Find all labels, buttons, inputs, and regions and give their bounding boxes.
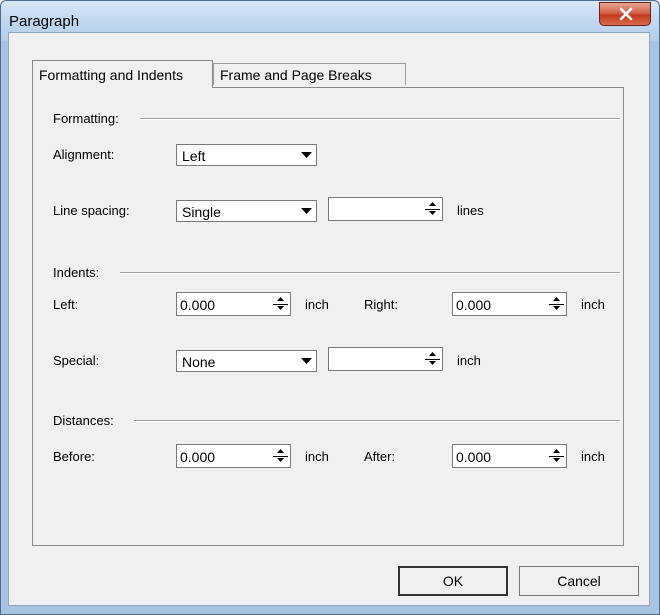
after-unit: inch xyxy=(581,449,605,464)
cancel-button[interactable]: Cancel xyxy=(519,566,639,596)
spin-down-icon[interactable] xyxy=(273,304,288,313)
spin-down-icon[interactable] xyxy=(425,359,440,368)
chevron-down-icon[interactable] xyxy=(297,146,315,164)
alignment-label: Alignment: xyxy=(53,147,115,162)
spin-down-icon[interactable] xyxy=(549,304,564,313)
indents-group-divider xyxy=(120,272,620,274)
before-value: 0.000 xyxy=(180,449,216,465)
after-spinner[interactable]: 0.000 xyxy=(452,444,567,468)
left-indent-spinner[interactable]: 0.000 xyxy=(176,292,291,316)
special-amount-spinner[interactable] xyxy=(328,347,443,371)
spin-down-icon[interactable] xyxy=(425,209,440,218)
alignment-value: Left xyxy=(182,148,206,164)
tab-frame-and-page-breaks[interactable]: Frame and Page Breaks xyxy=(213,63,406,85)
after-value: 0.000 xyxy=(456,449,492,465)
spinner-buttons xyxy=(549,295,564,313)
line-spacing-value: Single xyxy=(182,204,221,220)
chevron-down-icon[interactable] xyxy=(297,352,315,370)
chevron-down-icon[interactable] xyxy=(297,202,315,220)
special-select[interactable]: None xyxy=(176,350,317,372)
formatting-group-label: Formatting: xyxy=(53,111,119,126)
spinner-buttons xyxy=(425,350,440,368)
line-spacing-amount-spinner[interactable] xyxy=(328,197,443,221)
left-indent-label: Left: xyxy=(53,297,79,312)
before-label: Before: xyxy=(53,449,95,464)
spinner-buttons xyxy=(425,200,440,218)
tab-label: Frame and Page Breaks xyxy=(220,67,372,83)
left-indent-value: 0.000 xyxy=(180,297,216,313)
spin-down-icon[interactable] xyxy=(549,456,564,465)
spinner-buttons xyxy=(549,447,564,465)
tab-panel xyxy=(32,87,624,546)
distances-group-label: Distances: xyxy=(53,413,114,428)
tab-label: Formatting and Indents xyxy=(39,67,183,83)
left-indent-unit: inch xyxy=(305,297,329,312)
right-indent-unit: inch xyxy=(581,297,605,312)
before-unit: inch xyxy=(305,449,329,464)
spinner-buttons xyxy=(273,295,288,313)
right-indent-spinner[interactable]: 0.000 xyxy=(452,292,567,316)
before-spinner[interactable]: 0.000 xyxy=(176,444,291,468)
alignment-select[interactable]: Left xyxy=(176,144,317,166)
special-value: None xyxy=(182,354,216,370)
window-title: Paragraph xyxy=(9,13,80,30)
close-icon xyxy=(619,7,633,21)
ok-button[interactable]: OK xyxy=(398,566,508,596)
right-indent-value: 0.000 xyxy=(456,297,492,313)
spin-down-icon[interactable] xyxy=(273,456,288,465)
indents-group-label: Indents: xyxy=(53,265,100,280)
close-button[interactable] xyxy=(599,2,651,26)
distances-group-divider xyxy=(134,420,620,422)
special-label: Special: xyxy=(53,353,100,368)
tab-formatting-and-indents[interactable]: Formatting and Indents xyxy=(32,60,213,88)
line-spacing-select[interactable]: Single xyxy=(176,200,317,222)
line-spacing-unit: lines xyxy=(457,203,484,218)
special-amount-unit: inch xyxy=(457,353,481,368)
right-indent-label: Right: xyxy=(364,297,398,312)
formatting-group-divider xyxy=(140,118,620,120)
after-label: After: xyxy=(364,449,396,464)
spinner-buttons xyxy=(273,447,288,465)
line-spacing-label: Line spacing: xyxy=(53,203,130,218)
